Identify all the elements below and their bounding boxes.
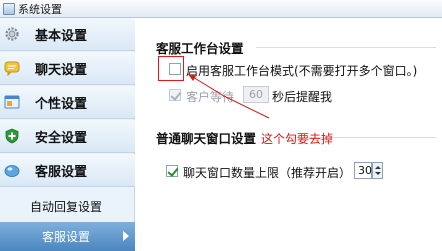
chevron-right-icon — [123, 231, 129, 241]
sidebar-item-label: 基本设置 — [35, 28, 88, 44]
sidebar-subitem-auto-reply[interactable]: 自动回复设置 — [0, 192, 135, 221]
sidebar-item-label: 个性设置 — [35, 96, 88, 112]
sidebar-item-customer-service[interactable]: 客服设置 — [0, 154, 135, 187]
sidebar: 基本设置 聊天设置 个性设置 安全设置 客服设置 自动回复设置 客服设置 — [0, 18, 135, 251]
chat-bubble-icon — [4, 60, 20, 77]
sidebar-item-security[interactable]: 安全设置 — [0, 120, 135, 153]
window-title: 系统设置 — [18, 2, 62, 16]
customer-service-icon — [4, 162, 20, 178]
sidebar-subitem-label: 自动回复设置 — [30, 200, 103, 214]
shield-plus-icon — [4, 128, 20, 144]
sidebar-subitem-label: 客服设置 — [42, 230, 91, 244]
sidebar-item-label: 安全设置 — [35, 130, 88, 146]
window-icon — [3, 2, 15, 15]
sidebar-subitem-customer-service-settings[interactable]: 客服设置 — [0, 222, 135, 251]
gear-icon — [4, 26, 20, 42]
sidebar-item-basic[interactable]: 基本设置 — [0, 18, 135, 51]
annotation-text: 这个勾要去掉 — [261, 132, 334, 146]
personalize-icon — [4, 94, 20, 110]
sidebar-item-chat[interactable]: 聊天设置 — [0, 52, 135, 85]
settings-panel: 客服工作台设置 启用客服工作台模式(不需要打开多个窗口。) 客户等待 60 秒后… — [136, 18, 442, 251]
sidebar-item-label: 聊天设置 — [35, 62, 88, 78]
title-bar: 系统设置 — [0, 0, 442, 18]
sidebar-item-personalize[interactable]: 个性设置 — [0, 86, 135, 119]
sidebar-item-label: 客服设置 — [35, 164, 88, 180]
